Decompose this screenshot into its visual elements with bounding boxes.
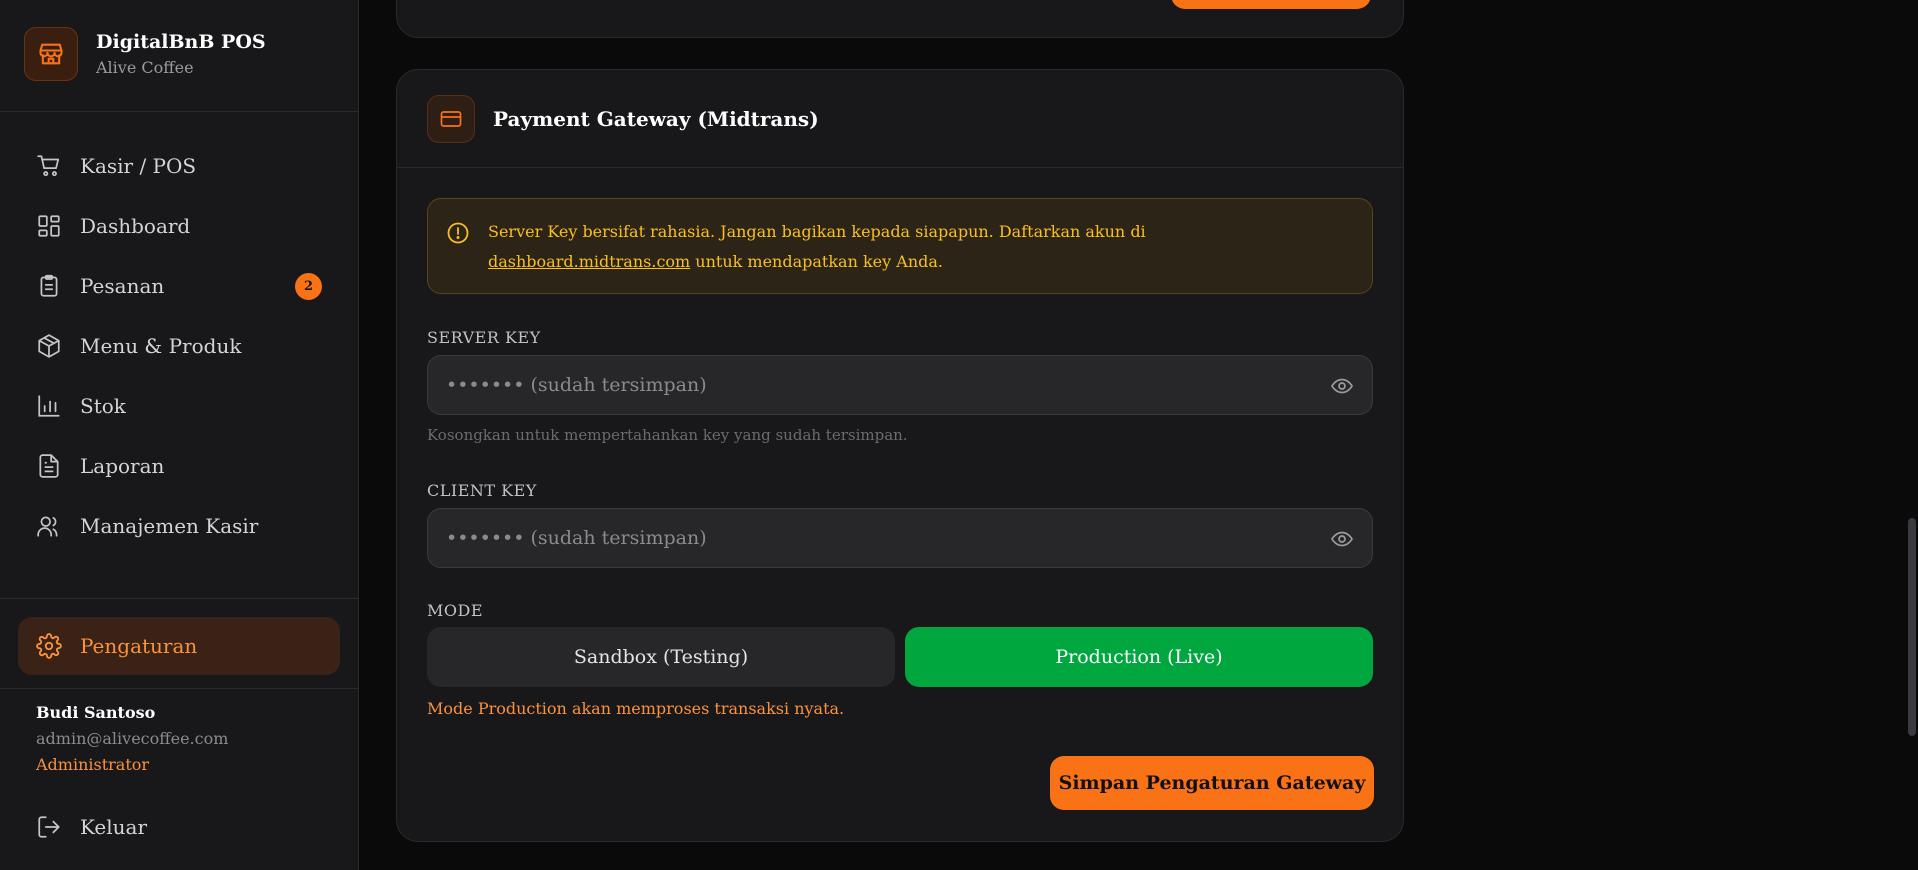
sidebar-item-label: Laporan: [80, 454, 165, 478]
card-title: Payment Gateway (Midtrans): [493, 106, 819, 131]
clipboard-icon: [36, 273, 62, 299]
mode-production-button[interactable]: Production (Live): [905, 627, 1373, 687]
mode-label: MODE: [427, 601, 484, 620]
alert-text-prefix: Server Key bersifat rahasia. Jangan bagi…: [488, 222, 1146, 241]
user-role: Administrator: [36, 755, 150, 774]
sidebar: DigitalBnB POS Alive Coffee Kasir / POS …: [0, 0, 359, 870]
bar-chart-icon: [36, 393, 62, 419]
sidebar-item-label: Pesanan: [80, 274, 165, 298]
app-root: DigitalBnB POS Alive Coffee Kasir / POS …: [0, 0, 1918, 870]
sidebar-divider: [0, 688, 359, 689]
user-name: Budi Santoso: [36, 703, 156, 722]
sidebar-item-label: Menu & Produk: [80, 334, 242, 358]
scrollbar-thumb[interactable]: [1908, 518, 1916, 736]
document-icon: [36, 453, 62, 479]
sidebar-item-label: Dashboard: [80, 214, 191, 238]
server-key-input[interactable]: ••••••• (sudah tersimpan): [427, 355, 1373, 415]
credit-card-icon: [427, 94, 475, 143]
payment-gateway-card: Payment Gateway (Midtrans) Server Key be…: [396, 69, 1404, 842]
sidebar-item-label: Kasir / POS: [80, 154, 197, 178]
users-icon: [36, 513, 62, 539]
page-scrollbar[interactable]: [1906, 0, 1918, 870]
sidebar-item-laporan[interactable]: Laporan: [18, 436, 340, 496]
sidebar-item-dashboard[interactable]: Dashboard: [18, 196, 340, 256]
sidebar-item-menu-produk[interactable]: Menu & Produk: [18, 316, 340, 376]
eye-icon[interactable]: [1330, 374, 1354, 398]
dashboard-icon: [36, 213, 62, 239]
box-icon: [36, 333, 62, 359]
mode-note: Mode Production akan memproses transaksi…: [427, 699, 845, 718]
logout-icon: [36, 814, 62, 840]
sidebar-divider: [0, 111, 359, 112]
sidebar-nav: Kasir / POS Dashboard Pesanan 2 Menu & P…: [18, 136, 340, 556]
alert-text-suffix: untuk mendapatkan key Anda.: [690, 252, 943, 271]
cart-icon: [36, 153, 62, 179]
store-icon: [24, 27, 78, 81]
sidebar-item-stok[interactable]: Stok: [18, 376, 340, 436]
client-key-input[interactable]: ••••••• (sudah tersimpan): [427, 508, 1373, 568]
previous-settings-card: [396, 0, 1404, 38]
orders-count-badge: 2: [295, 273, 322, 300]
user-info: Budi Santoso admin@alivecoffee.com Admin…: [36, 702, 228, 778]
secret-key-warning: Server Key bersifat rahasia. Jangan bagi…: [427, 198, 1373, 294]
logout-label: Keluar: [80, 815, 148, 839]
brand: DigitalBnB POS Alive Coffee: [24, 27, 266, 81]
client-key-label: CLIENT KEY: [427, 481, 537, 500]
midtrans-dashboard-link[interactable]: dashboard.midtrans.com: [488, 252, 690, 271]
server-key-placeholder: ••••••• (sudah tersimpan): [446, 374, 707, 396]
sidebar-item-label: Manajemen Kasir: [80, 514, 259, 538]
sidebar-item-label: Stok: [80, 394, 126, 418]
sidebar-item-manajemen-kasir[interactable]: Manajemen Kasir: [18, 496, 340, 556]
mode-sandbox-button[interactable]: Sandbox (Testing): [427, 627, 895, 687]
brand-title: DigitalBnB POS: [96, 30, 266, 53]
sidebar-item-pengaturan[interactable]: Pengaturan: [18, 617, 340, 675]
logout-button[interactable]: Keluar: [18, 798, 340, 856]
save-gateway-button[interactable]: Simpan Pengaturan Gateway: [1050, 756, 1374, 810]
sidebar-item-label: Pengaturan: [80, 634, 198, 658]
client-key-placeholder: ••••••• (sudah tersimpan): [446, 527, 707, 549]
gear-icon: [36, 633, 62, 659]
eye-icon[interactable]: [1330, 527, 1354, 551]
card-header: Payment Gateway (Midtrans): [397, 70, 1403, 168]
sidebar-item-pesanan[interactable]: Pesanan 2: [18, 256, 340, 316]
brand-subtitle: Alive Coffee: [96, 57, 194, 77]
alert-circle-icon: [446, 221, 470, 245]
server-key-hint: Kosongkan untuk mempertahankan key yang …: [427, 426, 908, 444]
sidebar-item-kasir[interactable]: Kasir / POS: [18, 136, 340, 196]
server-key-label: SERVER KEY: [427, 328, 541, 347]
previous-card-save-button[interactable]: [1171, 0, 1371, 9]
user-email: admin@alivecoffee.com: [36, 729, 229, 748]
sidebar-divider: [0, 598, 359, 599]
